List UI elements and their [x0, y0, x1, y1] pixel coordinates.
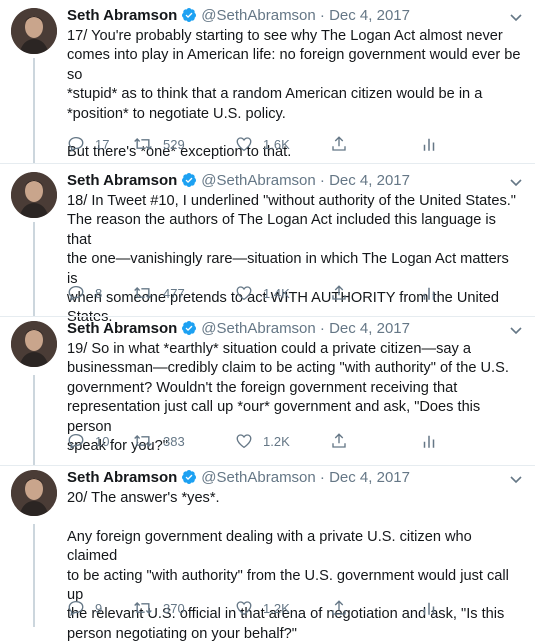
analytics-icon: [420, 135, 438, 153]
verified-badge-icon: [181, 469, 197, 491]
retweet-icon: [133, 599, 153, 617]
share-icon: [330, 432, 348, 450]
reply-button[interactable]: 17: [67, 135, 109, 153]
thread-line: [33, 222, 35, 316]
tweet-18[interactable]: Seth Abramson @SethAbramson · Dec 4, 2017…: [0, 164, 535, 325]
analytics-button[interactable]: [420, 599, 438, 617]
retweet-button[interactable]: 529: [133, 135, 185, 153]
separator-dot: ·: [319, 7, 325, 24]
share-icon: [330, 135, 348, 153]
author-name[interactable]: Seth Abramson: [67, 320, 177, 337]
tweet-timestamp[interactable]: Dec 4, 2017: [329, 469, 410, 486]
analytics-button[interactable]: [420, 432, 438, 450]
heart-icon: [235, 599, 253, 617]
heart-icon: [235, 432, 253, 450]
author-handle[interactable]: @SethAbramson: [201, 320, 315, 337]
reply-count: 17: [95, 136, 110, 152]
heart-icon: [235, 135, 253, 153]
reply-icon: [67, 432, 85, 450]
tweet-timestamp[interactable]: Dec 4, 2017: [329, 320, 410, 337]
tweet-19[interactable]: Seth Abramson @SethAbramson · Dec 4, 2017…: [0, 317, 535, 465]
avatar[interactable]: [11, 172, 57, 218]
reply-icon: [67, 599, 85, 617]
tweet-header: Seth Abramson @SethAbramson · Dec 4, 2017: [67, 171, 410, 194]
author-handle[interactable]: @SethAbramson: [201, 7, 315, 24]
analytics-icon: [420, 284, 438, 302]
reply-icon: [67, 284, 85, 302]
verified-badge-icon: [181, 172, 197, 194]
share-icon: [330, 599, 348, 617]
like-count: 1.6K: [263, 136, 290, 152]
separator-dot: ·: [319, 172, 325, 189]
author-name[interactable]: Seth Abramson: [67, 172, 177, 189]
tweet-header: Seth Abramson @SethAbramson · Dec 4, 2017: [67, 468, 410, 491]
reply-button[interactable]: 8: [67, 284, 102, 302]
reply-button[interactable]: 10: [67, 432, 109, 450]
thread-line: [33, 524, 35, 627]
retweet-count: 383: [163, 433, 185, 449]
tweet-header: Seth Abramson @SethAbramson · Dec 4, 2017: [67, 319, 410, 342]
analytics-icon: [420, 599, 438, 617]
retweet-icon: [133, 135, 153, 153]
share-icon: [330, 284, 348, 302]
tweet-20[interactable]: Seth Abramson @SethAbramson · Dec 4, 2017…: [0, 466, 535, 642]
retweet-icon: [133, 284, 153, 302]
share-button[interactable]: [330, 135, 348, 153]
reply-count: 9: [95, 600, 103, 616]
share-button[interactable]: [330, 599, 348, 617]
reply-count: 10: [95, 433, 110, 449]
separator-dot: ·: [319, 469, 325, 486]
like-count: 1.2K: [263, 433, 290, 449]
like-count: 1.4K: [263, 285, 290, 301]
verified-badge-icon: [181, 320, 197, 342]
tweet-text: 20/ The answer's *yes*. Any foreign gove…: [67, 490, 509, 642]
author-handle[interactable]: @SethAbramson: [201, 469, 315, 486]
thread-line: [33, 58, 35, 163]
tweet-header: Seth Abramson @SethAbramson · Dec 4, 2017: [67, 6, 410, 29]
tweet-17[interactable]: Seth Abramson @SethAbramson · Dec 4, 2017…: [0, 0, 535, 163]
share-button[interactable]: [330, 432, 348, 450]
like-count: 1.2K: [263, 600, 290, 616]
author-handle[interactable]: @SethAbramson: [201, 172, 315, 189]
like-button[interactable]: 1.4K: [235, 284, 290, 302]
retweet-count: 477: [163, 285, 185, 301]
heart-icon: [235, 284, 253, 302]
separator-dot: ·: [319, 320, 325, 337]
tweet-timestamp[interactable]: Dec 4, 2017: [329, 172, 410, 189]
avatar[interactable]: [11, 8, 57, 54]
verified-badge-icon: [181, 7, 197, 29]
retweet-button[interactable]: 383: [133, 432, 185, 450]
tweet-text: 18/ In Tweet #10, I underlined "without …: [67, 193, 516, 326]
like-button[interactable]: 1.6K: [235, 135, 290, 153]
retweet-button[interactable]: 477: [133, 284, 185, 302]
retweet-button[interactable]: 370: [133, 599, 185, 617]
avatar[interactable]: [11, 470, 57, 516]
thread-line: [33, 375, 35, 465]
reply-icon: [67, 135, 85, 153]
retweet-icon: [133, 432, 153, 450]
analytics-button[interactable]: [420, 135, 438, 153]
retweet-count: 529: [163, 136, 185, 152]
author-name[interactable]: Seth Abramson: [67, 7, 177, 24]
reply-count: 8: [95, 285, 103, 301]
retweet-count: 370: [163, 600, 185, 616]
share-button[interactable]: [330, 284, 348, 302]
analytics-icon: [420, 432, 438, 450]
like-button[interactable]: 1.2K: [235, 432, 290, 450]
like-button[interactable]: 1.2K: [235, 599, 290, 617]
author-name[interactable]: Seth Abramson: [67, 469, 177, 486]
reply-button[interactable]: 9: [67, 599, 102, 617]
analytics-button[interactable]: [420, 284, 438, 302]
tweet-timestamp[interactable]: Dec 4, 2017: [329, 7, 410, 24]
avatar[interactable]: [11, 321, 57, 367]
